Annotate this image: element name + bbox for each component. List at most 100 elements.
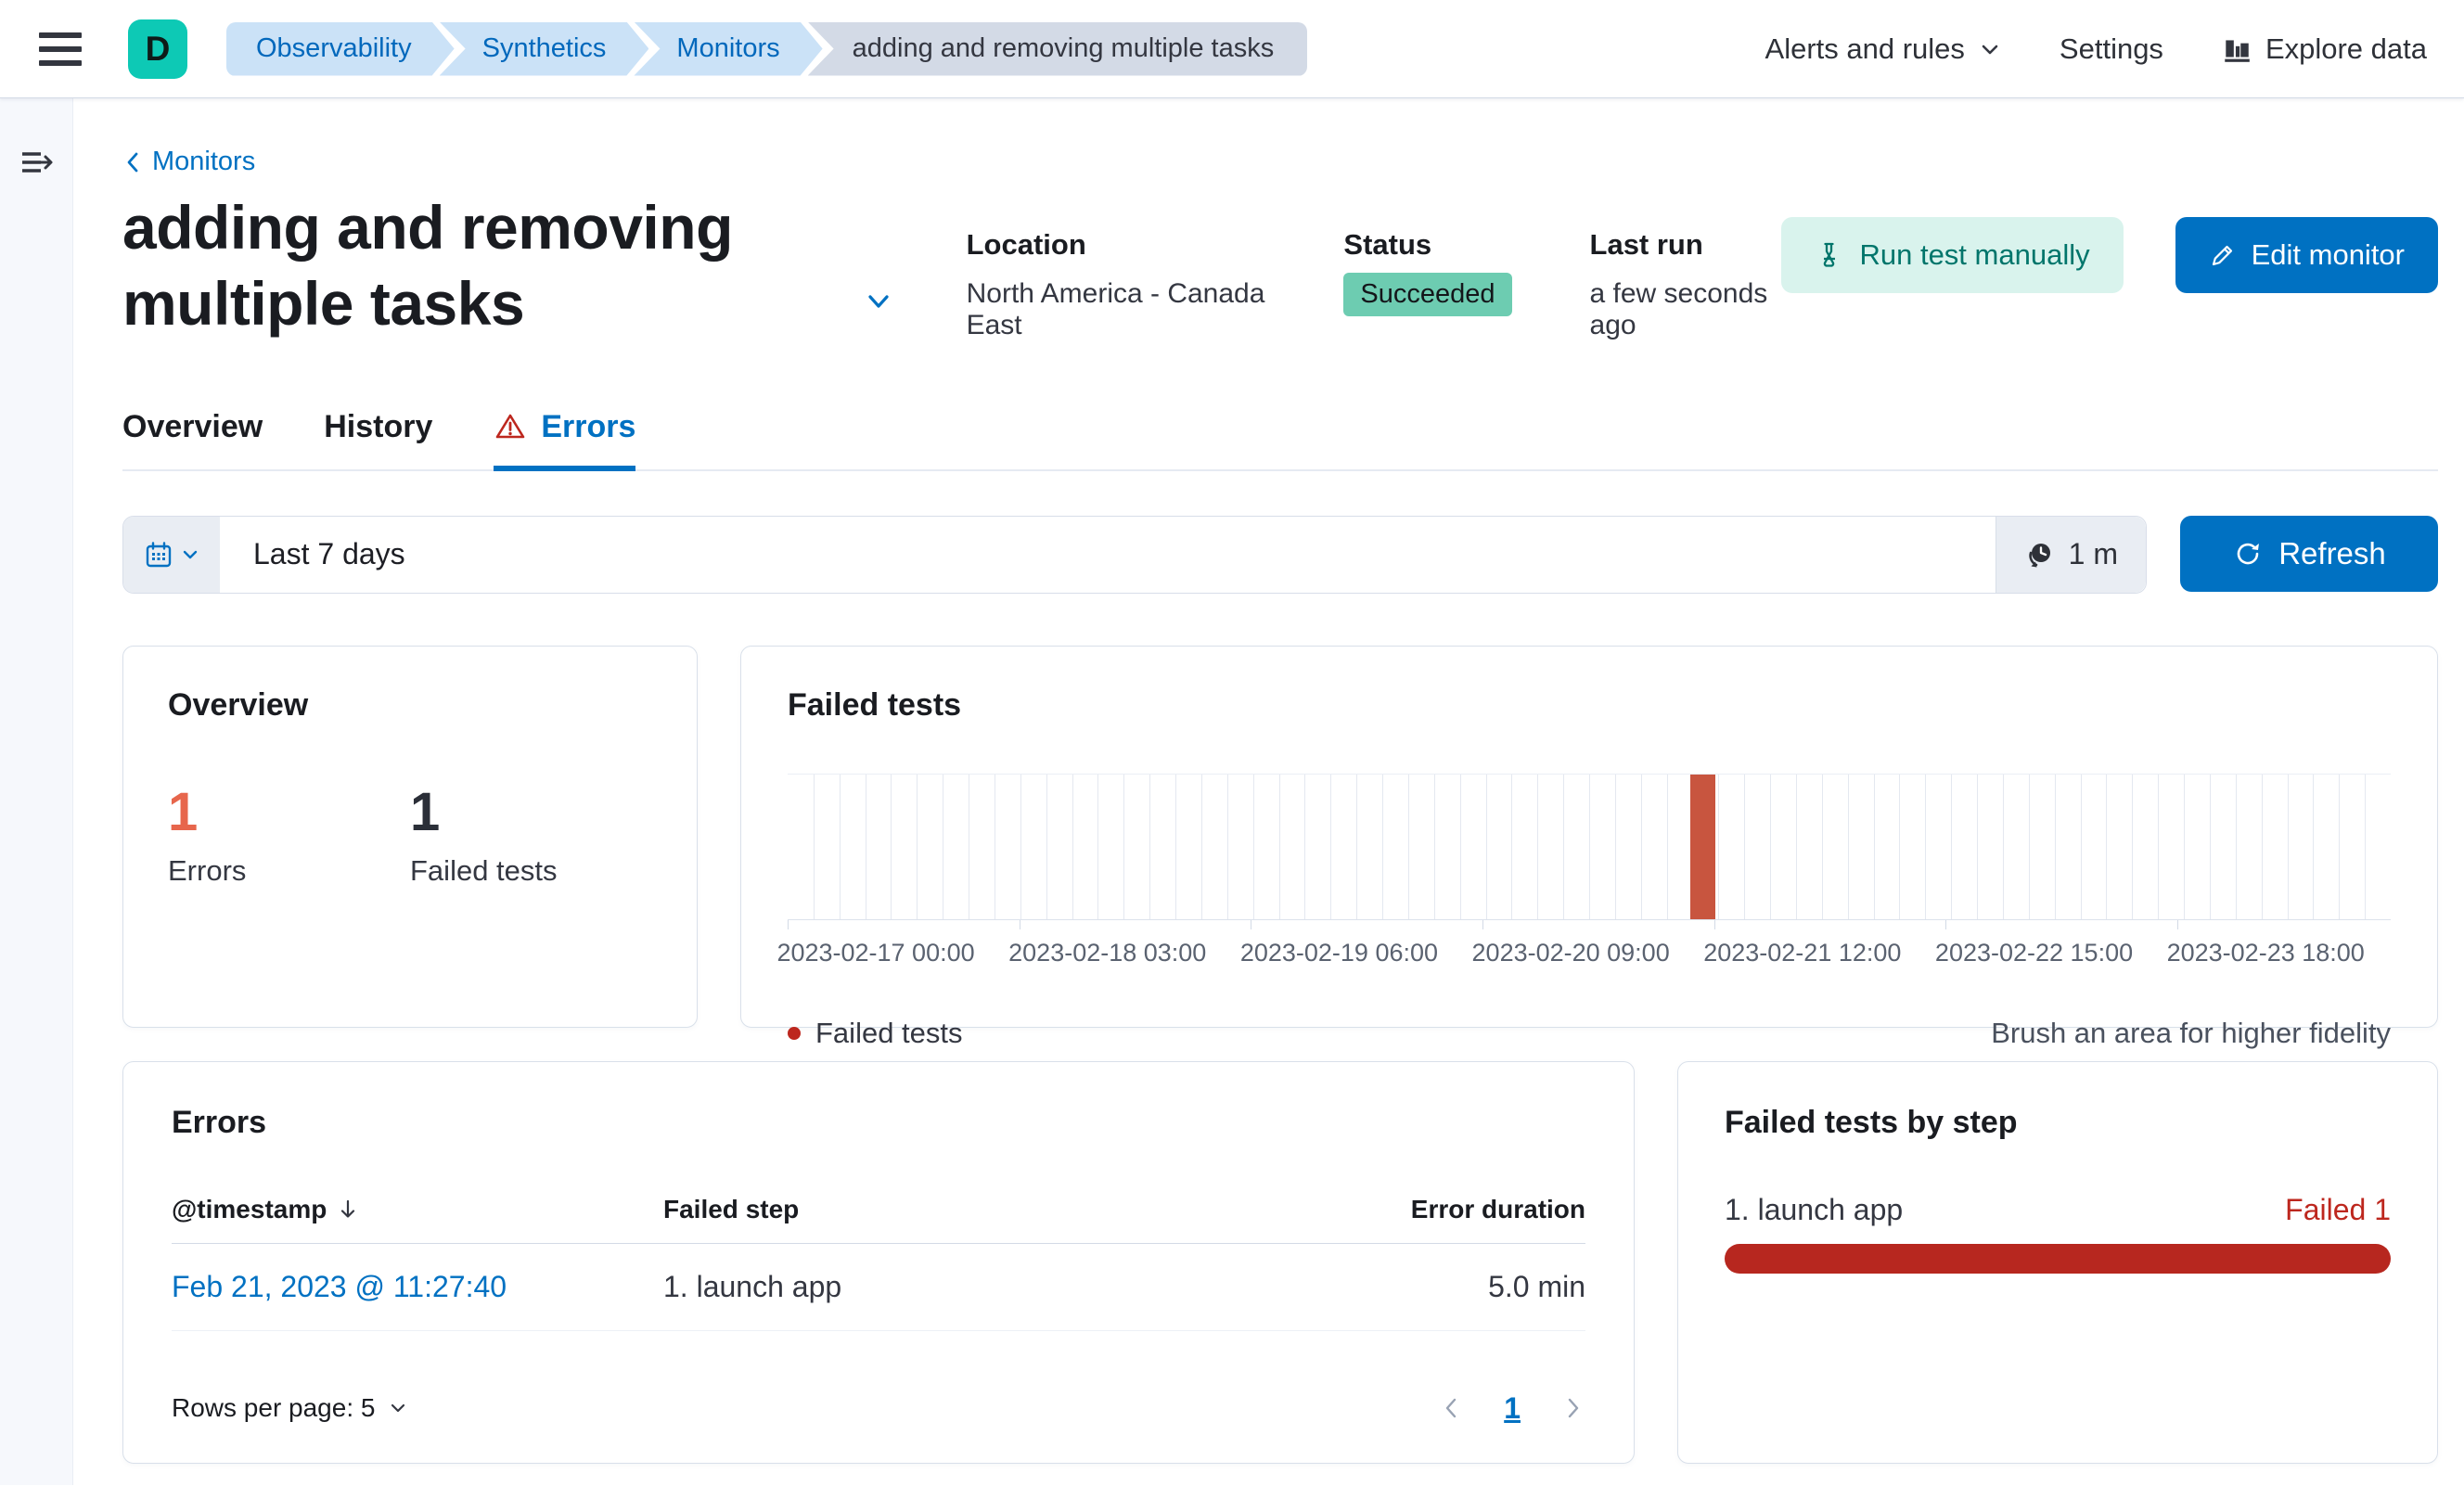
table-pagination: Rows per page: 5 1 <box>172 1384 1585 1426</box>
errors-count: 1 <box>168 781 199 842</box>
x-axis-tick <box>788 919 789 929</box>
menu-icon[interactable] <box>39 32 82 66</box>
gridline <box>1356 774 1358 919</box>
x-axis-label: 2023-02-18 03:00 <box>1008 938 1207 967</box>
tab-overview-label: Overview <box>122 408 263 444</box>
top-navigation-bar: D Observability Synthetics Monitors addi… <box>0 0 2464 98</box>
gridline <box>1666 774 1668 919</box>
failed-test-bar[interactable] <box>1689 774 1715 919</box>
previous-page-icon[interactable] <box>1439 1394 1463 1422</box>
explore-data-link[interactable]: Explore data <box>2221 32 2427 66</box>
settings-label: Settings <box>2059 32 2163 65</box>
gridline <box>1200 774 1202 919</box>
x-axis-labels: 2023-02-17 00:00 2023-02-18 03:00 2023-02-… <box>776 938 2391 980</box>
settings-link[interactable]: Settings <box>2060 32 2163 66</box>
avatar[interactable]: D <box>128 19 187 79</box>
step-failed-count: Failed 1 <box>2285 1192 2391 1226</box>
failed-tests-histogram[interactable] <box>788 773 2391 920</box>
column-failed-step[interactable]: Failed step <box>663 1195 1307 1224</box>
date-range-value[interactable]: Last 7 days <box>220 517 1996 593</box>
gridline <box>2054 774 2056 919</box>
run-test-manually-label: Run test manually <box>1859 237 2090 271</box>
legend-failed-tests[interactable]: Failed tests <box>788 1017 963 1050</box>
gridline <box>1744 774 1746 919</box>
step-label: 1. launch app <box>1725 1192 1904 1226</box>
alerts-and-rules-menu[interactable]: Alerts and rules <box>1765 32 2002 66</box>
gridline <box>1330 774 1332 919</box>
gridline <box>1899 774 1901 919</box>
gridline <box>1252 774 1254 919</box>
gridline <box>1097 774 1099 919</box>
gridline <box>2261 774 2263 919</box>
brush-hint-text: Brush an area for higher fidelity <box>1991 1016 2391 1049</box>
tab-history[interactable]: History <box>324 409 432 469</box>
chevron-down-icon <box>181 545 199 564</box>
gridline <box>2184 774 2186 919</box>
gridline <box>2209 774 2211 919</box>
date-picker-toggle[interactable] <box>123 516 220 593</box>
x-axis-tick <box>1482 919 1484 929</box>
collapsed-sidebar <box>0 98 73 1485</box>
legend-label: Failed tests <box>815 1016 963 1049</box>
refresh-interval-chip[interactable]: 1 m <box>1995 516 2146 593</box>
gridline <box>1433 774 1435 919</box>
edit-monitor-label: Edit monitor <box>2251 237 2405 271</box>
gridline <box>1382 774 1384 919</box>
x-axis-tick <box>1713 919 1715 929</box>
refresh-label: Refresh <box>2278 535 2386 570</box>
column-timestamp[interactable]: @timestamp <box>172 1195 663 1224</box>
chevron-left-icon <box>122 149 143 175</box>
monitor-selector-chevron-icon[interactable] <box>863 286 894 317</box>
gridline <box>1537 774 1539 919</box>
gridline <box>1278 774 1280 919</box>
back-to-monitors-link[interactable]: Monitors <box>122 147 255 177</box>
x-axis-tick <box>2177 919 2179 929</box>
refresh-button[interactable]: Refresh <box>2180 515 2438 592</box>
gridline <box>2287 774 2289 919</box>
rows-per-page-selector[interactable]: Rows per page: 5 <box>172 1393 408 1423</box>
back-link-label: Monitors <box>152 147 256 176</box>
gridline <box>2106 774 2108 919</box>
calendar-icon <box>144 540 173 570</box>
edit-monitor-button[interactable]: Edit monitor <box>2175 216 2438 293</box>
gridline <box>1925 774 1927 919</box>
time-filter-bar: Last 7 days 1 m Refresh <box>122 515 2438 594</box>
tab-overview[interactable]: Overview <box>122 409 263 469</box>
gridline <box>1485 774 1487 919</box>
errors-table-header: @timestamp Failed step Error duration <box>172 1195 1585 1244</box>
date-range-control: Last 7 days 1 m <box>122 515 2147 594</box>
gridline <box>1123 774 1125 919</box>
gridline <box>2365 774 2367 919</box>
breadcrumb-observability[interactable]: Observability <box>226 22 455 76</box>
gridline <box>1589 774 1590 919</box>
gridline <box>2158 774 2160 919</box>
gridline <box>891 774 892 919</box>
last-run-value: a few seconds ago <box>1589 277 1768 340</box>
status-badge: Succeeded <box>1343 272 1512 316</box>
errors-count-label: Errors <box>168 853 247 887</box>
gridline <box>2313 774 2315 919</box>
gridline <box>2028 774 2030 919</box>
error-timestamp-link[interactable]: Feb 21, 2023 @ 11:27:40 <box>172 1270 663 1304</box>
gridline <box>2002 774 2004 919</box>
gridline <box>1407 774 1409 919</box>
breadcrumb-synthetics[interactable]: Synthetics <box>440 22 649 76</box>
run-test-manually-button[interactable]: Run test manually <box>1781 216 2124 293</box>
gridline <box>1977 774 1979 919</box>
next-page-icon[interactable] <box>1561 1394 1585 1422</box>
breadcrumb-monitors[interactable]: Monitors <box>634 22 822 76</box>
column-error-duration[interactable]: Error duration <box>1307 1195 1585 1224</box>
gridline <box>1149 774 1151 919</box>
tab-errors[interactable]: Errors <box>494 409 636 471</box>
expand-sidebar-icon[interactable] <box>19 147 54 178</box>
gridline <box>2339 774 2341 919</box>
breadcrumb: Observability Synthetics Monitors adding… <box>226 21 1308 76</box>
meta-location: Location North America - Canada East <box>967 228 1266 341</box>
failed-tests-chart-panel: Failed tests 2023-02-17 00:00 2023-02-18 … <box>740 645 2438 1049</box>
gridline <box>1226 774 1228 919</box>
x-axis-label: 2023-02-21 12:00 <box>1703 938 1902 967</box>
gridline <box>1718 774 1720 919</box>
sort-arrow-down-icon <box>336 1198 360 1222</box>
page-number[interactable]: 1 <box>1504 1391 1521 1426</box>
breadcrumb-current-page: adding and removing multiple tasks <box>807 21 1308 76</box>
